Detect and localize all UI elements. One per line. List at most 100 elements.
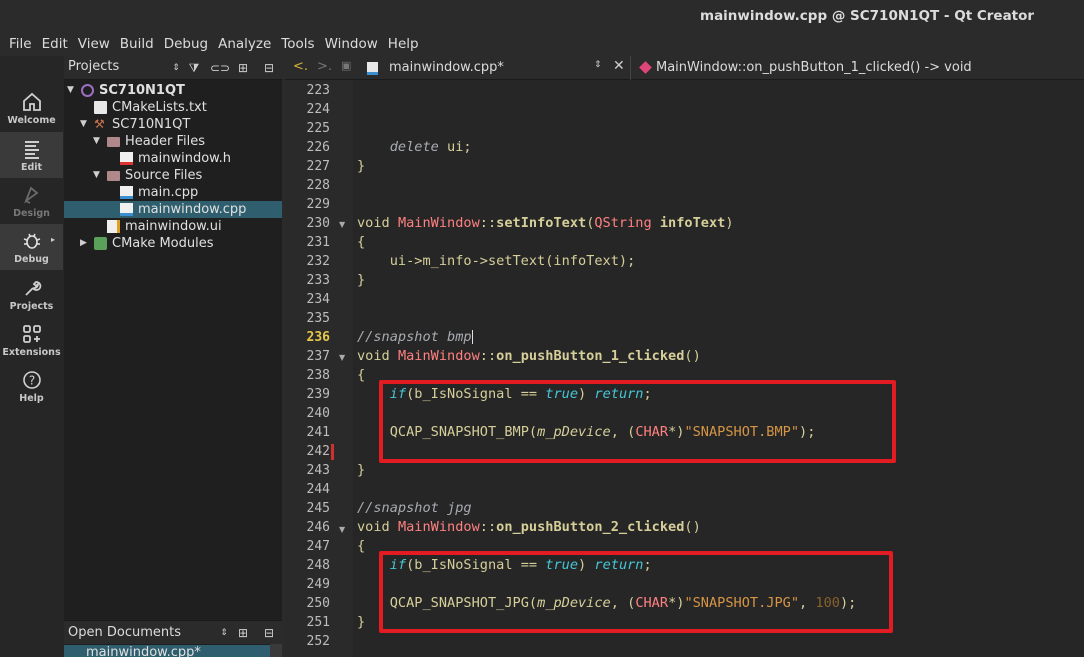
scope-op: :: (479, 348, 497, 364)
forward-arrow-icon[interactable]: >. (317, 59, 332, 74)
tree-label: mainwindow.cpp (138, 202, 247, 217)
mode-label: Help (19, 393, 44, 404)
line-number: 228 (306, 178, 330, 193)
svg-text:?: ? (28, 374, 34, 388)
scrollbar[interactable] (270, 644, 282, 657)
line-number: 234 (306, 292, 330, 307)
close-file-icon[interactable]: ✕ (613, 58, 625, 74)
tree-item-mainwindow-ui[interactable]: mainwindow.ui (64, 218, 282, 235)
code-line-245: //snapshot jpg (357, 499, 472, 518)
file-name[interactable]: mainwindow.cpp* (389, 60, 504, 75)
fold-arrow-icon[interactable]: ▼ (339, 353, 345, 362)
tree-label: SC710N1QT (99, 83, 185, 98)
tree-item-cmakelists[interactable]: CMakeLists.txt (64, 99, 282, 116)
menu-file[interactable]: File (4, 32, 37, 56)
line-number: 243 (306, 463, 330, 478)
menu-debug[interactable]: Debug (159, 32, 213, 56)
current-line-number: 236 (306, 330, 330, 345)
cmake-file-icon (94, 101, 107, 114)
line-number: 235 (306, 311, 330, 326)
projects-toolbar: Projects ⇕ ⧩ ⊂⊃ ⊞ ⊟ (64, 56, 282, 80)
view-selector[interactable]: Projects (68, 59, 119, 74)
mode-label: Debug (14, 254, 49, 265)
split-icon[interactable]: ⊞ (235, 60, 251, 76)
home-icon (22, 92, 41, 111)
split-icon[interactable]: ⊞ (235, 625, 251, 641)
line-number: 226 (306, 140, 330, 155)
code-editor[interactable]: delete ui; } void MainWindow::setInfoTex… (353, 80, 1084, 657)
close-pane-icon[interactable]: ⊟ (261, 625, 277, 641)
mode-design[interactable]: Design (0, 178, 63, 224)
tree-item-header-files[interactable]: ▼ Header Files (64, 133, 282, 150)
paren: () (684, 348, 701, 364)
class-name: MainWindow (397, 519, 480, 535)
line-number: 238 (306, 368, 330, 383)
tree-item-target[interactable]: ▼ ⚒ SC710N1QT (64, 116, 282, 133)
line-number: 231 (306, 235, 330, 250)
line-number: 230 (306, 216, 330, 231)
open-document-item[interactable]: mainwindow.cpp* (64, 645, 270, 657)
tree-item-cmake-modules[interactable]: ▶ CMake Modules (64, 235, 282, 252)
link-icon[interactable]: ⊂⊃ (210, 60, 230, 76)
menu-edit[interactable]: Edit (37, 32, 73, 56)
open-documents-title[interactable]: Open Documents (68, 625, 181, 640)
selector-arrows-icon[interactable]: ⇕ (216, 625, 232, 641)
cmake-modules-icon (94, 237, 107, 250)
title-bar: mainwindow.cpp @ SC710N1QT - Qt Creator (0, 0, 1084, 32)
tree-label: mainwindow.ui (125, 219, 222, 234)
menu-help[interactable]: Help (383, 32, 424, 56)
menu-view[interactable]: View (73, 32, 115, 56)
tree-label: CMakeLists.txt (112, 100, 207, 115)
tree-item-mainwindow-cpp[interactable]: mainwindow.cpp (64, 201, 282, 218)
menu-analyze[interactable]: Analyze (213, 32, 276, 56)
mode-debug[interactable]: Debug ▸ (0, 224, 63, 270)
mode-help[interactable]: ? Help (0, 363, 63, 409)
line-number: 240 (306, 406, 330, 421)
menu-window[interactable]: Window (320, 32, 383, 56)
tree-label: Source Files (125, 168, 203, 183)
scope-op: :: (479, 215, 497, 231)
back-arrow-icon[interactable]: <. (293, 59, 308, 74)
mode-extensions[interactable]: Extensions (0, 317, 63, 363)
mode-edit[interactable]: Edit (0, 132, 63, 178)
code-line-231: { (357, 233, 365, 252)
mode-welcome[interactable]: Welcome (0, 85, 63, 131)
tree-item-main-cpp[interactable]: main.cpp (64, 184, 282, 201)
code-line-238: { (357, 366, 365, 385)
edit-icon (24, 141, 39, 159)
collapse-arrow-icon: ▼ (93, 136, 100, 146)
function-name: on_pushButton_1_clicked (496, 348, 685, 364)
close-pane-icon[interactable]: ⊟ (261, 60, 277, 76)
lock-icon[interactable]: ▣ (341, 59, 351, 72)
function-name: setInfoText (496, 215, 587, 231)
line-number: 244 (306, 482, 330, 497)
mode-projects[interactable]: Projects (0, 271, 63, 317)
highlight-box-bmp (379, 380, 896, 463)
menu-bar: File Edit View Build Debug Analyze Tools… (0, 32, 1084, 56)
tree-item-mainwindow-h[interactable]: mainwindow.h (64, 150, 282, 167)
file-dropdown-icon[interactable]: ⇕ (594, 60, 602, 70)
menu-build[interactable]: Build (115, 32, 159, 56)
tree-item-project[interactable]: ▼ SC710N1QT (64, 82, 282, 99)
paren: ) (725, 215, 734, 231)
menu-tools[interactable]: Tools (276, 32, 319, 56)
line-number: 229 (306, 197, 330, 212)
tree-item-source-files[interactable]: ▼ Source Files (64, 167, 282, 184)
delete-keyword: delete (389, 139, 439, 155)
highlight-box-jpg (379, 551, 893, 633)
cpp-file-icon (367, 62, 378, 75)
fold-arrow-icon[interactable]: ▼ (339, 220, 345, 229)
help-icon: ? (22, 371, 41, 389)
fold-arrow-icon[interactable]: ▼ (339, 525, 345, 534)
void-keyword: void (357, 519, 390, 535)
line-number: 246 (306, 520, 330, 535)
line-number: 248 (306, 558, 330, 573)
code-line-243: } (357, 461, 365, 480)
qt-creator-window: mainwindow.cpp @ SC710N1QT - Qt Creator … (0, 0, 1084, 657)
code-line-246: void MainWindow::on_pushButton_2_clicked… (357, 518, 701, 537)
filter-icon[interactable]: ⧩ (186, 60, 202, 76)
code-line-236: //snapshot bmp (357, 328, 473, 347)
text-cursor (471, 330, 473, 344)
selector-arrows-icon[interactable]: ⇕ (168, 60, 184, 76)
function-selector[interactable]: MainWindow::on_pushButton_1_clicked() ->… (656, 60, 972, 75)
